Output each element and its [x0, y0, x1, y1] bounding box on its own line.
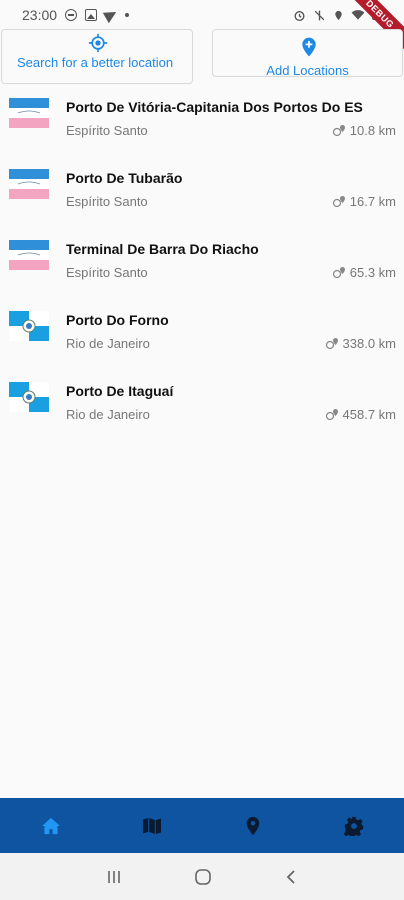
- location-item[interactable]: Porto Do Forno Rio de Janeiro 338.0 km: [0, 303, 404, 374]
- location-item[interactable]: Terminal De Barra Do Riacho Espírito San…: [0, 232, 404, 303]
- location-name: Porto De Vitória-Capitania Dos Portos Do…: [66, 99, 363, 115]
- home-circle-icon[interactable]: [194, 868, 212, 886]
- nav-settings[interactable]: [303, 798, 404, 853]
- search-better-location-button[interactable]: Search for a better location: [1, 29, 193, 84]
- location-distance: 338.0 km: [325, 336, 396, 351]
- settings-icon: [343, 816, 363, 836]
- espirito-santo-flag-icon: [9, 98, 49, 128]
- system-navigation-bar: [0, 853, 404, 900]
- distance-icon: [332, 267, 345, 279]
- location-item[interactable]: Porto De Itaguaí Rio de Janeiro 458.7 km: [0, 374, 404, 445]
- rio-de-janeiro-flag-icon: [9, 382, 49, 412]
- location-state: Espírito Santo: [66, 123, 148, 138]
- location-item[interactable]: Porto De Vitória-Capitania Dos Portos Do…: [0, 90, 404, 161]
- location-distance: 65.3 km: [332, 265, 396, 280]
- location-status-icon: [335, 10, 342, 20]
- do-not-disturb-icon: [65, 9, 78, 21]
- add-locations-button[interactable]: Add Locations: [212, 29, 403, 78]
- top-action-bar: Search for a better location Add Locatio…: [0, 29, 404, 85]
- back-icon[interactable]: [284, 869, 298, 885]
- mute-icon: [314, 10, 325, 20]
- distance-icon: [325, 338, 338, 350]
- locations-list: Porto De Vitória-Capitania Dos Portos Do…: [0, 90, 404, 445]
- distance-icon: [325, 409, 338, 421]
- location-name: Porto De Tubarão: [66, 170, 183, 186]
- alarm-icon: [294, 10, 305, 21]
- nav-map[interactable]: [101, 798, 202, 853]
- image-icon: [85, 9, 98, 21]
- search-better-location-label: Search for a better location: [17, 55, 174, 70]
- location-distance-value: 16.7 km: [349, 194, 396, 209]
- send-icon: [102, 6, 120, 24]
- location-distance: 458.7 km: [325, 407, 396, 422]
- location-name: Terminal De Barra Do Riacho: [66, 241, 259, 257]
- status-time: 23:00: [22, 7, 58, 23]
- location-distance: 16.7 km: [332, 194, 396, 209]
- location-distance-value: 10.8 km: [349, 123, 396, 138]
- location-name: Porto De Itaguaí: [66, 383, 174, 399]
- location-state: Rio de Janeiro: [66, 336, 150, 351]
- wifi-icon: [351, 10, 365, 20]
- recent-apps-icon[interactable]: [106, 869, 122, 885]
- rio-de-janeiro-flag-icon: [9, 311, 49, 341]
- location-distance-value: 458.7 km: [342, 407, 396, 422]
- gps-target-icon: [88, 33, 108, 53]
- location-distance-value: 338.0 km: [342, 336, 396, 351]
- map-icon: [142, 817, 161, 834]
- espirito-santo-flag-icon: [9, 169, 49, 199]
- add-locations-label: Add Locations: [266, 63, 349, 78]
- nav-location[interactable]: [202, 798, 303, 853]
- add-location-icon: [302, 37, 316, 57]
- location-item[interactable]: Porto De Tubarão Espírito Santo 16.7 km: [0, 161, 404, 232]
- notification-dot-icon: [125, 13, 130, 17]
- location-state: Rio de Janeiro: [66, 407, 150, 422]
- location-state: Espírito Santo: [66, 265, 148, 280]
- nav-home[interactable]: [0, 798, 101, 853]
- bottom-navigation-bar: [0, 798, 404, 853]
- status-bar: 23:00: [0, 0, 404, 30]
- location-name: Porto Do Forno: [66, 312, 169, 328]
- distance-icon: [332, 196, 345, 208]
- location-pin-icon: [246, 816, 259, 835]
- location-state: Espírito Santo: [66, 194, 148, 209]
- espirito-santo-flag-icon: [9, 240, 49, 270]
- location-distance-value: 65.3 km: [349, 265, 396, 280]
- home-icon: [41, 817, 60, 834]
- distance-icon: [332, 125, 345, 137]
- location-distance: 10.8 km: [332, 123, 396, 138]
